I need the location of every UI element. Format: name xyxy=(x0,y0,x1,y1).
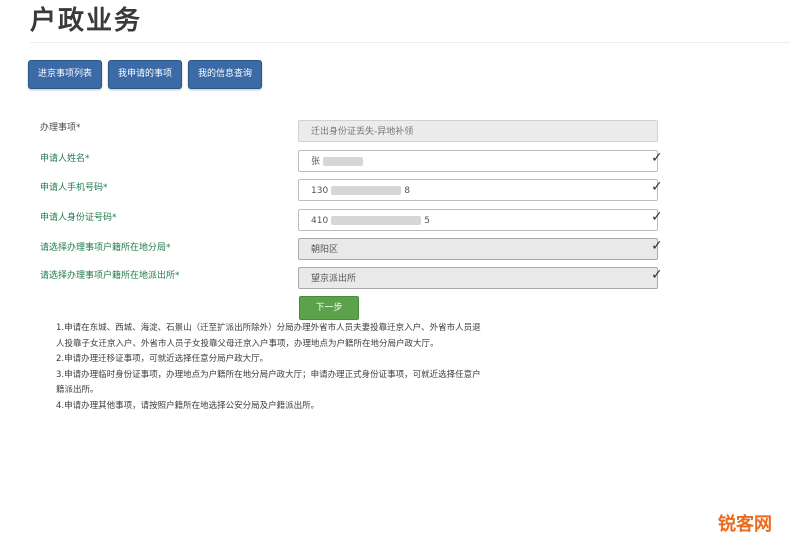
next-step-button[interactable]: 下一步 xyxy=(299,296,359,320)
field-label-phone: 申请人手机号码* xyxy=(40,183,108,193)
toolbar: 进京事项列表 我申请的事项 我的信息查询 xyxy=(28,60,263,89)
redaction-blur xyxy=(331,216,422,225)
applicant-id-prefix: 410 xyxy=(311,216,329,226)
title-divider xyxy=(30,42,790,43)
service-field: 迁出身份证丢失-异地补领 xyxy=(298,120,658,142)
my-info-query-button[interactable]: 我的信息查询 xyxy=(188,60,263,89)
note-line: 籍派出所。 xyxy=(56,385,99,395)
redaction-blur xyxy=(323,157,364,166)
applicant-name-input[interactable]: 张 xyxy=(298,150,658,172)
applicant-phone-input[interactable]: 130 8 xyxy=(298,179,658,201)
note-line: 1.申请在东城、西城、海淀、石景山（迁至扩派出所除外）分局办理外省市人员夫妻投靠… xyxy=(56,323,481,333)
note-line: 3.申请办理临时身份证事项，办理地点为户籍所在地分局户政大厅；申请办理正式身份证… xyxy=(56,369,481,380)
check-icon: ✓ xyxy=(651,179,663,195)
applicant-id-input[interactable]: 410 5 xyxy=(298,209,658,231)
bureau-select[interactable]: 朝阳区 xyxy=(298,238,658,260)
check-icon: ✓ xyxy=(651,267,663,283)
applicant-id-suffix: 5 xyxy=(424,216,430,226)
note-line: 2.申请办理迁移证事项，可就近选择任意分局户政大厅。 xyxy=(56,354,269,364)
applicant-phone-prefix: 130 xyxy=(311,186,329,196)
field-label-name: 申请人姓名* xyxy=(40,154,90,164)
check-icon: ✓ xyxy=(651,150,663,166)
applicant-name-value: 张 xyxy=(311,157,321,167)
watermark-logo: 锐客网 xyxy=(718,514,772,535)
check-icon: ✓ xyxy=(651,209,663,225)
applicant-phone-suffix: 8 xyxy=(404,186,410,196)
item-list-button[interactable]: 进京事项列表 xyxy=(28,60,103,89)
station-select[interactable]: 望京派出所 xyxy=(298,267,658,289)
note-line: 人投靠子女迁京入户、外省市人员子女投靠父母迁京入户事项，办理地点为户籍所在地分局… xyxy=(56,338,439,349)
redaction-blur xyxy=(331,186,402,195)
field-label-bureau: 请选择办理事项户籍所在地分局* xyxy=(40,243,171,253)
field-label-service: 办理事项* xyxy=(40,123,81,133)
note-line: 4.申请办理其他事项，请按照户籍所在地选择公安分局及户籍派出所。 xyxy=(56,400,320,411)
instructions-notes: 1.申请在东城、西城、海淀、石景山（迁至扩派出所除外）分局办理外省市人员夫妻投靠… xyxy=(56,321,696,414)
my-applications-button[interactable]: 我申请的事项 xyxy=(108,60,183,89)
page-title: 户政业务 xyxy=(30,6,143,36)
field-label-idcard: 申请人身份证号码* xyxy=(40,213,117,223)
check-icon: ✓ xyxy=(651,238,663,254)
field-label-station: 请选择办理事项户籍所在地派出所* xyxy=(40,271,180,281)
